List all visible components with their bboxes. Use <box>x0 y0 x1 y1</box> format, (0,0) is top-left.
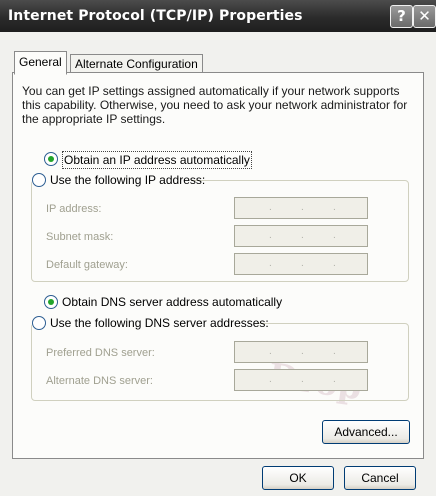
preferred-dns-field[interactable]: ... <box>234 341 368 363</box>
advanced-button[interactable]: Advanced... <box>322 420 410 444</box>
radio-selected-icon <box>44 152 58 166</box>
ip-manual-radio[interactable]: Use the following IP address: <box>32 172 205 188</box>
radio-selected-icon <box>44 295 58 309</box>
default-gateway-label: Default gateway: <box>46 259 128 271</box>
close-button[interactable]: ✕ <box>413 5 436 28</box>
dns-auto-label: Obtain DNS server address automatically <box>62 295 283 309</box>
ip-address-field[interactable]: ... <box>234 197 368 219</box>
preferred-dns-label: Preferred DNS server: <box>46 347 155 359</box>
window-title: Internet Protocol (TCP/IP) Properties <box>8 8 303 24</box>
dns-manual-label: Use the following DNS server addresses: <box>50 316 269 330</box>
default-gateway-field[interactable]: ... <box>234 253 368 275</box>
ip-manual-label: Use the following IP address: <box>50 173 206 187</box>
help-icon: ? <box>397 7 406 25</box>
subnet-mask-field[interactable]: ... <box>234 225 368 247</box>
help-button[interactable]: ? <box>390 5 413 28</box>
tab-general[interactable]: General <box>14 51 67 75</box>
tcpip-properties-dialog: Internet Protocol (TCP/IP) Properties ? … <box>0 0 436 496</box>
close-icon: ✕ <box>418 7 431 25</box>
alternate-dns-label: Alternate DNS server: <box>46 375 153 387</box>
radio-unselected-icon <box>32 316 46 330</box>
radio-unselected-icon <box>32 173 46 187</box>
ip-auto-label: Obtain an IP address automatically <box>62 151 252 169</box>
dns-manual-radio[interactable]: Use the following DNS server addresses: <box>32 315 269 331</box>
alternate-dns-field[interactable]: ... <box>234 369 368 391</box>
cancel-button[interactable]: Cancel <box>344 466 416 490</box>
description-text: You can get IP settings assigned automat… <box>22 84 408 126</box>
subnet-mask-label: Subnet mask: <box>46 231 114 243</box>
ok-button[interactable]: OK <box>262 466 334 490</box>
tab-alternate-configuration[interactable]: Alternate Configuration <box>70 54 203 73</box>
title-bar[interactable]: Internet Protocol (TCP/IP) Properties ? … <box>0 0 436 32</box>
ip-address-label: IP address: <box>46 203 102 215</box>
